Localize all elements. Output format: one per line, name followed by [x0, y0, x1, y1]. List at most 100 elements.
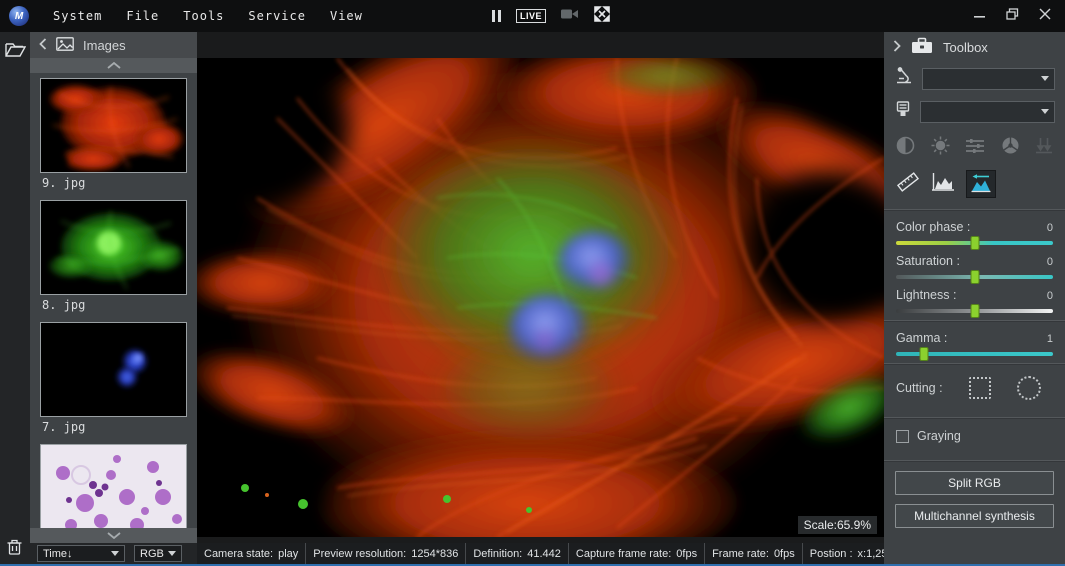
- thumbnail-image-stain[interactable]: [40, 444, 187, 528]
- measure-tools-row: [884, 162, 1065, 202]
- toolbox-panel: Toolbox: [884, 32, 1065, 564]
- images-panel-footer: Time↓ RGB: [30, 543, 197, 564]
- color-phase-label: Color phase :: [896, 220, 970, 234]
- slider-thumb[interactable]: [970, 236, 979, 250]
- color-phase-slider[interactable]: [896, 241, 1053, 245]
- toolbox-title: Toolbox: [943, 40, 988, 55]
- menu-view[interactable]: View: [330, 9, 363, 23]
- thumbnail-label: 8. jpg: [42, 298, 197, 313]
- color-phase-value: 0: [1047, 222, 1053, 234]
- app-window: M System File Tools Service View LIVE: [0, 0, 1065, 566]
- ellipse-crop-button[interactable]: [1017, 376, 1041, 400]
- white-balance-icon[interactable]: [1035, 137, 1053, 159]
- microscope-dropdown[interactable]: [922, 68, 1055, 90]
- toolbox-icon: [911, 37, 933, 57]
- close-button[interactable]: [1039, 7, 1051, 25]
- status-camera-state: Camera state:play: [197, 543, 306, 564]
- graying-checkbox[interactable]: [896, 430, 909, 443]
- saturation-label: Saturation :: [896, 254, 960, 268]
- minimize-button[interactable]: [974, 7, 986, 25]
- histogram-icon[interactable]: [931, 172, 955, 197]
- microscope-icon: [895, 67, 913, 90]
- trash-icon[interactable]: [7, 539, 22, 560]
- channel-dropdown[interactable]: RGB: [134, 545, 182, 562]
- fullscreen-icon[interactable]: [594, 6, 610, 27]
- thumbnail-item[interactable]: 8. jpg: [40, 200, 197, 313]
- channel-dropdown-value: RGB: [140, 548, 164, 560]
- status-frame-rate: Frame rate:0fps: [705, 543, 803, 564]
- scroll-up-button[interactable]: [30, 58, 197, 73]
- menu-service[interactable]: Service: [248, 9, 306, 23]
- thumbnail-item[interactable]: 9. jpg: [40, 78, 197, 191]
- scale-badge: Scale:65.9%: [798, 516, 877, 534]
- status-preview-resolution: Preview resolution:1254*836: [306, 543, 466, 564]
- gamma-slider[interactable]: [896, 352, 1053, 356]
- chevron-down-icon: [1041, 76, 1049, 81]
- image-viewport[interactable]: Scale:65.9%: [197, 32, 884, 543]
- images-panel-title: Images: [83, 38, 126, 53]
- menu-system[interactable]: System: [53, 9, 102, 23]
- status-definition: Definition:41.442: [466, 543, 569, 564]
- slider-thumb[interactable]: [970, 304, 979, 318]
- thumbnail-image-red[interactable]: [40, 78, 187, 173]
- app-logo-icon: M: [9, 6, 29, 26]
- thumbnail-label: 7. jpg: [42, 420, 197, 435]
- thumbnail-image-blue[interactable]: [40, 322, 187, 417]
- graying-row: Graying: [884, 419, 1065, 453]
- open-folder-icon[interactable]: [5, 41, 26, 63]
- divider: [884, 460, 1065, 462]
- camera-source-row: [884, 95, 1065, 128]
- lightness-label: Lightness :: [896, 288, 956, 302]
- color-adjust-sliders: Color phase : 0 Saturation : 0 Lightness…: [884, 220, 1065, 313]
- gamma-slider-block: Gamma : 1: [884, 331, 1065, 356]
- thumbnail-list: 9. jpg 8. jpg: [30, 73, 197, 528]
- saturation-slider[interactable]: [896, 275, 1053, 279]
- divider: [884, 320, 1065, 322]
- brightness-icon[interactable]: [931, 136, 950, 160]
- color-wheel-icon[interactable]: [1001, 136, 1020, 160]
- restore-button[interactable]: [1006, 7, 1019, 25]
- thumbnail-label: 9. jpg: [42, 176, 197, 191]
- chevron-down-icon: [168, 551, 176, 556]
- gamma-value: 1: [1047, 333, 1053, 345]
- record-icon[interactable]: [561, 7, 579, 26]
- sort-dropdown[interactable]: Time↓: [37, 545, 125, 562]
- status-bar: Camera state:play Preview resolution:125…: [197, 543, 884, 564]
- live-badge[interactable]: LIVE: [516, 9, 546, 23]
- transport-controls: LIVE: [492, 0, 610, 32]
- microscope-source-row: [884, 62, 1065, 95]
- chevron-down-icon: [1041, 109, 1049, 114]
- graying-label: Graying: [917, 429, 961, 443]
- multichannel-synthesis-button[interactable]: Multichannel synthesis: [895, 504, 1054, 528]
- collapse-right-chevron-icon[interactable]: [893, 40, 901, 55]
- levels-icon[interactable]: [965, 138, 985, 159]
- cutting-label: Cutting :: [896, 381, 943, 395]
- images-panel: Images: [30, 32, 197, 564]
- thumbnail-item[interactable]: [40, 444, 197, 528]
- thumbnail-image-green[interactable]: [40, 200, 187, 295]
- toolbox-header: Toolbox: [884, 32, 1065, 62]
- rect-crop-button[interactable]: [969, 377, 991, 399]
- thumbnail-item[interactable]: 7. jpg: [40, 322, 197, 435]
- split-rgb-button[interactable]: Split RGB: [895, 471, 1054, 495]
- lightness-slider[interactable]: [896, 309, 1053, 313]
- scroll-down-button[interactable]: [30, 528, 197, 543]
- menu-tools[interactable]: Tools: [183, 9, 224, 23]
- slider-thumb[interactable]: [970, 270, 979, 284]
- camera-dropdown[interactable]: [920, 101, 1055, 123]
- window-controls: [974, 0, 1051, 32]
- menu-file[interactable]: File: [126, 9, 159, 23]
- lightness-value: 0: [1047, 290, 1053, 302]
- status-capture-frame-rate: Capture frame rate:0fps: [569, 543, 705, 564]
- image-adjust-button[interactable]: [966, 170, 996, 198]
- slider-thumb[interactable]: [920, 347, 929, 361]
- contrast-icon[interactable]: [896, 136, 915, 160]
- cutting-tools-row: Cutting :: [884, 365, 1065, 410]
- pause-icon[interactable]: [492, 10, 501, 22]
- saturation-value: 0: [1047, 256, 1053, 268]
- ruler-icon[interactable]: [896, 171, 920, 198]
- gamma-label: Gamma :: [896, 331, 947, 345]
- camera-icon: [895, 100, 911, 123]
- collapse-left-chevron-icon[interactable]: [39, 38, 47, 53]
- microscopy-image[interactable]: [197, 58, 884, 537]
